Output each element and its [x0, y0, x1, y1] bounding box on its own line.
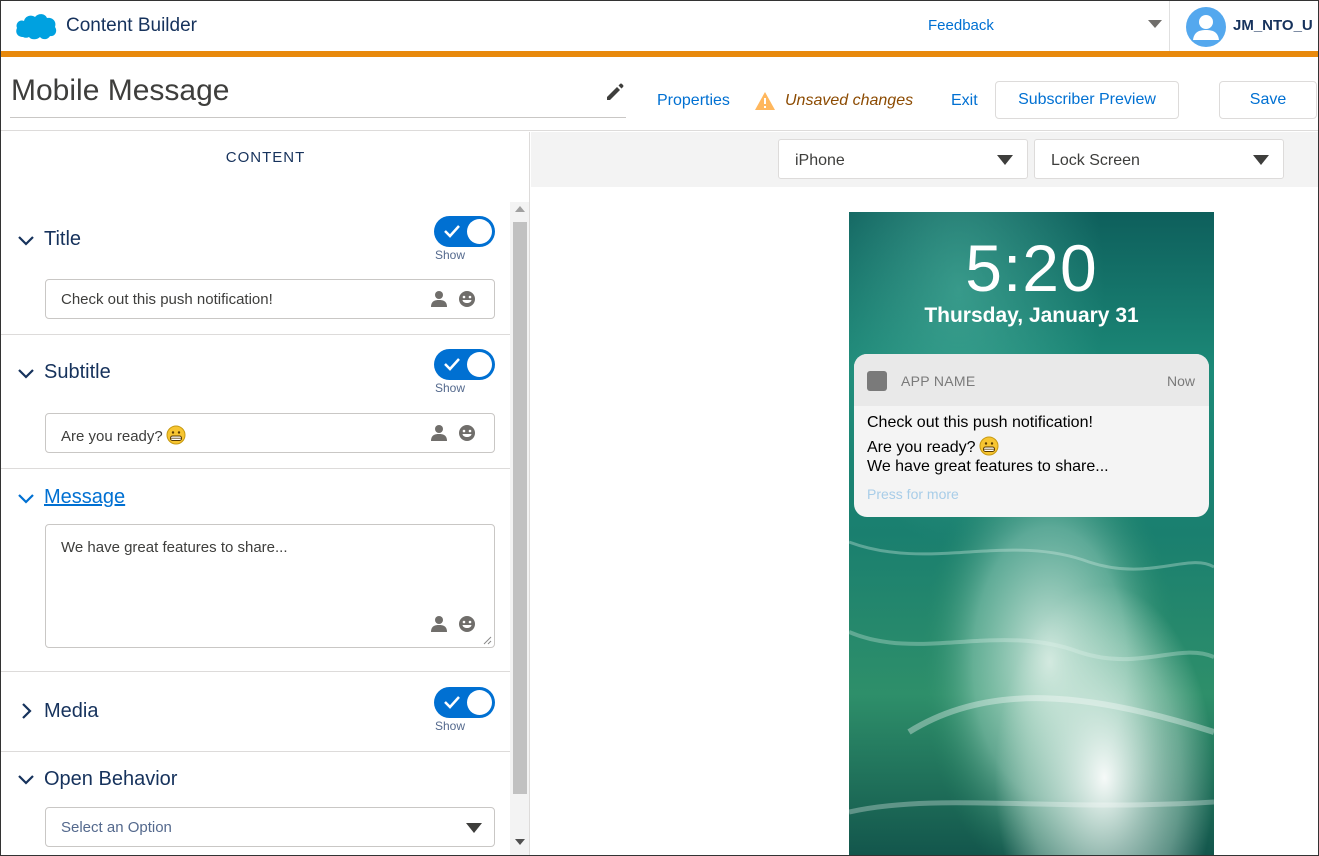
subtitle-section: Subtitle Show Are you ready?: [1, 335, 510, 469]
cloud-logo-icon: [16, 14, 57, 40]
notification-subtitle: Are you ready?: [867, 439, 976, 456]
chevron-down-icon[interactable]: [17, 364, 35, 382]
subtitle-section-label[interactable]: Subtitle: [44, 361, 111, 384]
subtitle-show-toggle[interactable]: [434, 349, 495, 380]
app-name: Content Builder: [66, 15, 197, 36]
warning-icon: [755, 92, 775, 110]
message-textarea-value: We have great features to share...: [61, 539, 288, 556]
title-input-value: Check out this push notification!: [61, 291, 273, 308]
save-button[interactable]: Save: [1219, 81, 1317, 119]
preview-panel: iPhone Lock Screen 5:20 Thursday, Januar…: [531, 132, 1318, 855]
scroll-up-icon[interactable]: [515, 206, 525, 212]
message-section: Message We have great features to share.…: [1, 469, 510, 672]
title-underline: [10, 117, 626, 118]
subtitle-input-value-wrap: Are you ready?: [61, 425, 186, 445]
title-show-toggle[interactable]: [434, 216, 495, 247]
device-select-value: iPhone: [795, 152, 845, 169]
divider: [1169, 0, 1170, 52]
grinning-emoji-icon: [166, 425, 186, 445]
chevron-down-icon: [466, 823, 482, 833]
message-textarea[interactable]: We have great features to share...: [45, 524, 495, 648]
open-behavior-select[interactable]: Select an Option: [45, 807, 495, 847]
media-section: Media Show: [1, 672, 510, 752]
view-select-value: Lock Screen: [1051, 152, 1140, 169]
exit-link[interactable]: Exit: [951, 92, 978, 110]
open-behavior-label[interactable]: Open Behavior: [44, 768, 177, 791]
user-avatar-icon: [1193, 15, 1219, 40]
title-input[interactable]: Check out this push notification!: [45, 279, 495, 319]
app-icon: [867, 371, 887, 391]
check-icon: [444, 225, 460, 238]
avatar[interactable]: [1186, 7, 1226, 47]
app-header: Content Builder Feedback JM_NTO_U: [0, 0, 1319, 52]
subtitle-input[interactable]: Are you ready?: [45, 413, 495, 453]
content-panel: CONTENT Title Show Check out this push n…: [1, 132, 530, 855]
page-title[interactable]: Mobile Message: [11, 74, 229, 108]
feedback-link[interactable]: Feedback: [928, 17, 994, 34]
toggle-label: Show: [435, 248, 466, 262]
username[interactable]: JM_NTO_U: [1233, 17, 1313, 34]
chevron-right-icon[interactable]: [17, 702, 35, 720]
chevron-down-icon[interactable]: [17, 770, 35, 788]
check-icon: [444, 358, 460, 371]
chevron-down-icon[interactable]: [1148, 20, 1162, 28]
notification-timestamp: Now: [1166, 373, 1195, 389]
title-section: Title Show Check out this push notificat…: [1, 202, 510, 335]
chevron-down-icon[interactable]: [17, 489, 35, 507]
notification-title: Check out this push notification!: [867, 414, 1093, 431]
media-show-toggle[interactable]: [434, 687, 495, 718]
scrollbar[interactable]: [510, 202, 529, 855]
person-icon[interactable]: [430, 424, 448, 442]
press-for-more-hint: Press for more: [867, 486, 959, 502]
unsaved-status: Unsaved changes: [785, 92, 914, 109]
chevron-down-icon[interactable]: [17, 231, 35, 249]
editor-header: Mobile Message Properties Unsaved change…: [0, 57, 1319, 131]
check-icon: [444, 696, 460, 709]
smiley-icon[interactable]: [458, 424, 476, 442]
message-section-label[interactable]: Message: [44, 486, 125, 509]
subtitle-input-value: Are you ready?: [61, 428, 163, 445]
media-section-label[interactable]: Media: [44, 700, 98, 723]
view-select[interactable]: Lock Screen: [1034, 139, 1284, 179]
title-section-label[interactable]: Title: [44, 228, 81, 251]
phone-preview: 5:20 Thursday, January 31 APP NAME Now C…: [849, 212, 1214, 855]
toggle-knob: [467, 690, 492, 715]
lock-screen-date: Thursday, January 31: [924, 304, 1139, 327]
toggle-label: Show: [435, 719, 466, 733]
smiley-icon[interactable]: [458, 615, 476, 633]
chevron-down-icon: [997, 155, 1013, 165]
push-notification: APP NAME Now Check out this push notific…: [854, 354, 1209, 517]
grinning-emoji-icon: [979, 436, 999, 456]
chevron-down-icon: [1253, 155, 1269, 165]
open-behavior-section: Open Behavior Select an Option: [1, 752, 510, 855]
toggle-knob: [467, 219, 492, 244]
notification-app-name: APP NAME: [901, 373, 976, 389]
scroll-down-icon[interactable]: [515, 839, 525, 845]
toggle-knob: [467, 352, 492, 377]
content-panel-header: CONTENT: [225, 149, 306, 166]
device-select[interactable]: iPhone: [778, 139, 1028, 179]
scrollbar-thumb[interactable]: [513, 222, 527, 794]
properties-link[interactable]: Properties: [657, 92, 730, 110]
notification-message: We have great features to share...: [867, 458, 1109, 475]
toggle-label: Show: [435, 381, 466, 395]
smiley-icon[interactable]: [458, 290, 476, 308]
brand[interactable]: Content Builder: [14, 10, 197, 42]
notification-subtitle-wrap: Are you ready?: [867, 436, 999, 457]
resize-handle-icon[interactable]: [482, 635, 492, 645]
subscriber-preview-button[interactable]: Subscriber Preview: [995, 81, 1179, 119]
notification-header: APP NAME Now: [854, 354, 1209, 406]
person-icon[interactable]: [430, 615, 448, 633]
lock-screen-time: 5:20: [965, 231, 1098, 305]
pencil-icon[interactable]: [604, 81, 626, 103]
person-icon[interactable]: [430, 290, 448, 308]
open-behavior-placeholder: Select an Option: [61, 819, 172, 836]
preview-toolbar: iPhone Lock Screen: [531, 132, 1318, 187]
